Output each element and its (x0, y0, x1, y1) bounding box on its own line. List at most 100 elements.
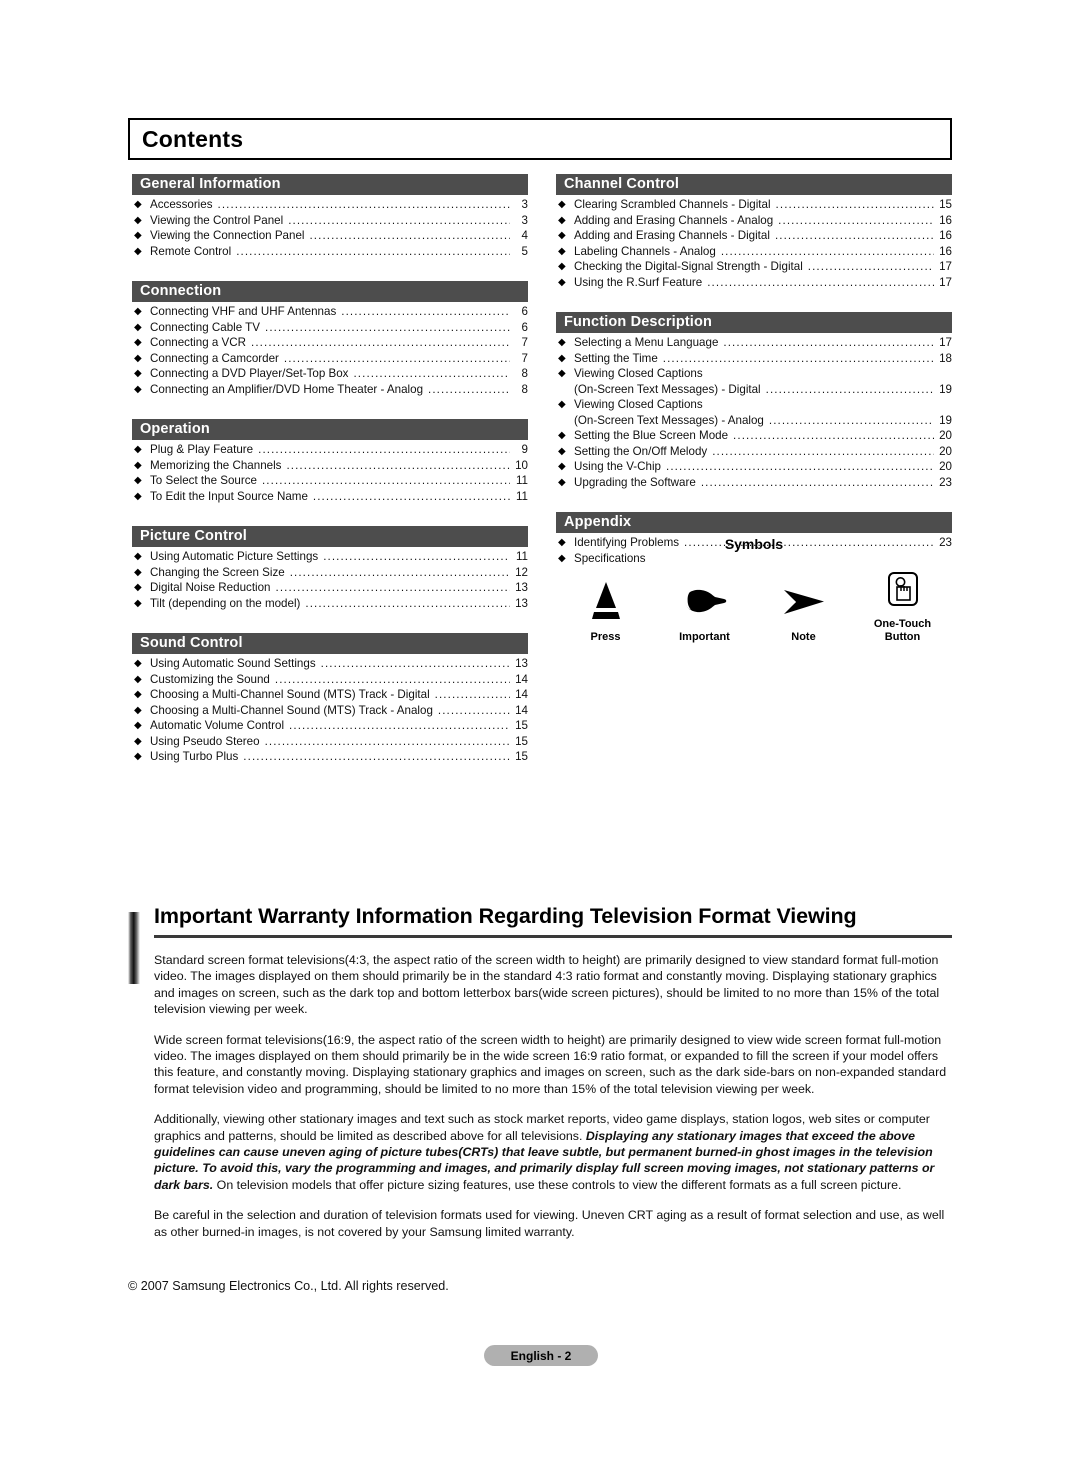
toc-entry[interactable]: ◆ Using Pseudo Stereo....................… (132, 734, 528, 750)
toc-entry[interactable]: ◆ Memorizing the Channels................… (132, 458, 528, 474)
toc-entry[interactable]: (On-Screen Text Messages) - Analog......… (556, 413, 952, 429)
toc-entry[interactable]: ◆ Setting the Time.......................… (556, 351, 952, 367)
toc-entry[interactable]: ◆ Adding and Erasing Channels - Analog...… (556, 213, 952, 229)
press-triangle-icon (560, 579, 652, 625)
toc-page-number: 13 (515, 657, 528, 670)
toc-entry[interactable]: ◆ Digital Noise Reduction................… (132, 580, 528, 596)
diamond-bullet-icon: ◆ (558, 368, 566, 379)
toc-entry[interactable]: ◆ Using the R.Surf Feature...............… (556, 275, 952, 291)
toc-entry-label: Setting the Blue Screen Mode (574, 429, 729, 442)
toc-entry[interactable]: ◆ Selecting a Menu Language..............… (556, 335, 952, 351)
document-page: Contents General Information ◆ Accessories… (128, 0, 952, 1469)
toc-entry[interactable]: ◆ Plug & Play Feature....................… (132, 442, 528, 458)
toc-leader-dots: ........................................… (312, 489, 510, 503)
warranty-paragraph: Additionally, viewing other stationary i… (154, 1111, 952, 1193)
diamond-bullet-icon: ◆ (134, 720, 142, 731)
pointing-hand-icon (659, 579, 751, 625)
diamond-bullet-icon: ◆ (134, 306, 142, 317)
toc-entry[interactable]: ◆ Viewing the Control Panel..............… (132, 213, 528, 229)
warranty-text: On television models that offer picture … (213, 1177, 902, 1192)
toc-page-number: 15 (515, 750, 528, 763)
toc-entry[interactable]: (On-Screen Text Messages) - Digital.....… (556, 382, 952, 398)
toc-entry[interactable]: ◆ Choosing a Multi-Channel Sound (MTS) Tr… (132, 687, 528, 703)
toc-leader-dots: ........................................… (243, 750, 510, 763)
toc-entry[interactable]: ◆ Clearing Scrambled Channels - Digital..… (556, 197, 952, 213)
toc-section-header: Sound Control (132, 633, 528, 654)
diamond-bullet-icon: ◆ (134, 321, 142, 333)
toc-entry[interactable]: ◆ Connecting a DVD Player/Set-Top Box....… (132, 366, 528, 382)
toc-entry[interactable]: ◆ Customizing the Sound..................… (132, 672, 528, 688)
toc-leader-dots: ........................................… (236, 244, 510, 258)
toc-entry-label: To Edit the Input Source Name (150, 489, 308, 503)
diamond-bullet-icon: ◆ (134, 368, 142, 379)
toc-leader-dots: ........................................… (700, 475, 934, 489)
toc-entry[interactable]: ◆ Adding and Erasing Channels - Digital..… (556, 228, 952, 244)
toc-page-number: 13 (515, 596, 528, 610)
toc-entry[interactable]: ◆ Upgrading the Software.................… (556, 475, 952, 491)
toc-entry-label: Viewing Closed Captions (574, 398, 703, 411)
toc-entry-label: Using the V-Chip (574, 460, 661, 473)
toc-entry[interactable]: ◆ Viewing Closed Captions (556, 366, 952, 382)
toc-leader-dots: ........................................… (768, 413, 934, 427)
toc-page-number: 14 (515, 688, 528, 701)
toc-leader-dots: ........................................… (305, 596, 510, 610)
toc-section-header: Picture Control (132, 526, 528, 547)
toc-entry[interactable]: ◆ Labeling Channels - Analog.............… (556, 244, 952, 260)
toc-entry[interactable]: ◆ Using Automatic Sound Settings.........… (132, 656, 528, 672)
toc-entry[interactable]: ◆ Tilt (depending on the model)..........… (132, 596, 528, 612)
toc-entry[interactable]: ◆ Setting the Blue Screen Mode...........… (556, 428, 952, 444)
toc-entry-list: ◆ Connecting VHF and UHF Antennas........… (132, 302, 528, 397)
toc-entry[interactable]: ◆ Checking the Digital-Signal Strength - … (556, 259, 952, 275)
toc-leader-dots: ........................................… (774, 229, 934, 242)
toc-entry[interactable]: ◆ Using the V-Chip.......................… (556, 459, 952, 475)
toc-entry[interactable]: ◆ To Edit the Input Source Name..........… (132, 489, 528, 505)
toc-entry[interactable]: ◆ Viewing the Connection Panel...........… (132, 228, 528, 244)
diamond-bullet-icon: ◆ (134, 214, 142, 226)
toc-entry-label: Memorizing the Channels (150, 458, 282, 472)
toc-entry[interactable]: ◆ Connecting a VCR.......................… (132, 335, 528, 351)
toc-section-header: Operation (132, 419, 528, 440)
toc-entry-label: To Select the Source (150, 474, 257, 487)
copyright-text: © 2007 Samsung Electronics Co., Ltd. All… (128, 1279, 449, 1293)
toc-entry-label: Viewing the Control Panel (150, 213, 284, 227)
toc-page-number: 20 (939, 429, 952, 442)
toc-entry[interactable]: ◆ Connecting an Amplifier/DVD Home Theate… (132, 382, 528, 398)
toc-entry-list: ◆ Accessories............................… (132, 195, 528, 259)
toc-entry[interactable]: ◆ Changing the Screen Size...............… (132, 565, 528, 581)
toc-entry[interactable]: ◆ Remote Control.........................… (132, 244, 528, 260)
toc-entry[interactable]: ◆ Automatic Volume Control...............… (132, 718, 528, 734)
toc-entry-list: ◆ Using Automatic Picture Settings.......… (132, 547, 528, 611)
toc-entry[interactable]: ◆ Connecting a Camcorder.................… (132, 351, 528, 367)
toc-entry-label: Setting the On/Off Melody (574, 444, 708, 458)
toc-page-number: 16 (939, 244, 952, 258)
toc-entry-label: Digital Noise Reduction (150, 581, 271, 594)
toc-entry[interactable]: ◆ Connecting VHF and UHF Antennas........… (132, 304, 528, 320)
diamond-bullet-icon: ◆ (558, 445, 566, 457)
toc-leader-dots: ........................................… (775, 198, 934, 211)
toc-entry[interactable]: ◆ Using Turbo Plus.......................… (132, 749, 528, 765)
toc-entry[interactable]: ◆ Accessories............................… (132, 197, 528, 213)
toc-page-number: 14 (515, 672, 528, 686)
toc-section: Connection ◆ Connecting VHF and UHF Antenn… (132, 281, 528, 397)
diamond-bullet-icon: ◆ (558, 230, 566, 241)
warranty-text: Be careful in the selection and duration… (154, 1208, 945, 1239)
toc-leader-dots: ........................................… (274, 672, 510, 686)
toc-section: Sound Control ◆ Using Automatic Sound Sett… (132, 633, 528, 765)
toc-entry[interactable]: ◆ Choosing a Multi-Channel Sound (MTS) Tr… (132, 703, 528, 719)
toc-page-number: 15 (515, 719, 528, 732)
toc-entry[interactable]: ◆ Setting the On/Off Melody..............… (556, 444, 952, 460)
toc-section: Operation ◆ Plug & Play Feature...........… (132, 419, 528, 504)
toc-page-number: 8 (521, 382, 528, 396)
toc-leader-dots: ........................................… (288, 213, 510, 227)
toc-entry-label: Selecting a Menu Language (574, 336, 719, 349)
toc-entry[interactable]: ◆ Connecting Cable TV....................… (132, 320, 528, 336)
toc-section: Function Description ◆ Selecting a Menu La… (556, 312, 952, 490)
toc-entry[interactable]: ◆ Viewing Closed Captions (556, 397, 952, 413)
diamond-bullet-icon: ◆ (134, 689, 142, 700)
diamond-bullet-icon: ◆ (134, 673, 142, 685)
toc-entry[interactable]: ◆ To Select the Source...................… (132, 473, 528, 489)
toc-entry[interactable]: ◆ Using Automatic Picture Settings.......… (132, 549, 528, 565)
toc-leader-dots: ........................................… (320, 657, 510, 670)
toc-entry-label: Accessories (150, 198, 213, 211)
toc-leader-dots: ........................................… (265, 320, 510, 334)
